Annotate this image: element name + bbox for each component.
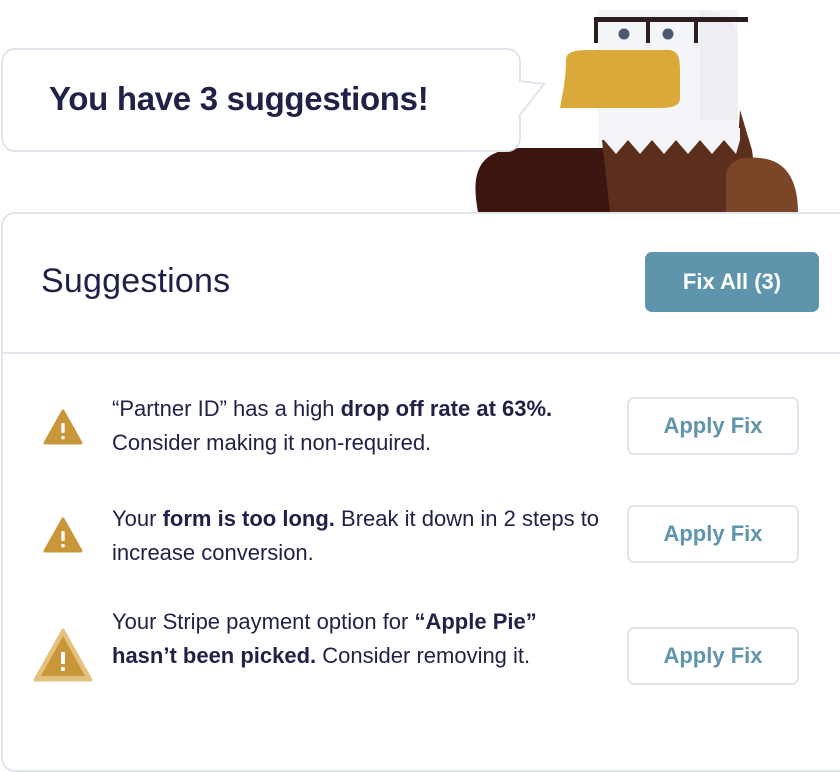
warning-triangle-icon <box>43 517 83 553</box>
panel-title: Suggestions <box>41 262 231 300</box>
suggestion-count-message: You have 3 suggestions! <box>49 80 429 117</box>
apply-fix-button[interactable]: Apply Fix <box>627 397 799 455</box>
speech-bubble: You have 3 suggestions! <box>1 48 521 152</box>
apply-fix-button[interactable]: Apply Fix <box>627 505 799 563</box>
warning-triangle-icon <box>43 409 83 445</box>
suggestion-item: Your Stripe payment option for “Apple Pi… <box>3 598 840 708</box>
suggestion-item: Your form is too long. Break it down in … <box>3 488 840 598</box>
header-divider <box>3 352 840 354</box>
speech-bubble-tail <box>518 80 546 117</box>
warning-triangle-icon <box>33 628 93 682</box>
suggestion-text: “Partner ID” has a high drop off rate at… <box>112 396 553 455</box>
suggestions-panel: Suggestions Fix All (3) “Partner ID” has… <box>1 212 840 772</box>
apply-fix-button[interactable]: Apply Fix <box>627 627 799 685</box>
suggestion-item: “Partner ID” has a high drop off rate at… <box>3 380 840 490</box>
suggestions-header: Suggestions Fix All (3) <box>3 214 840 352</box>
suggestion-text: Your Stripe payment option for “Apple Pi… <box>112 609 537 668</box>
fix-all-button[interactable]: Fix All (3) <box>645 252 819 312</box>
suggestion-text: Your form is too long. Break it down in … <box>112 506 600 565</box>
